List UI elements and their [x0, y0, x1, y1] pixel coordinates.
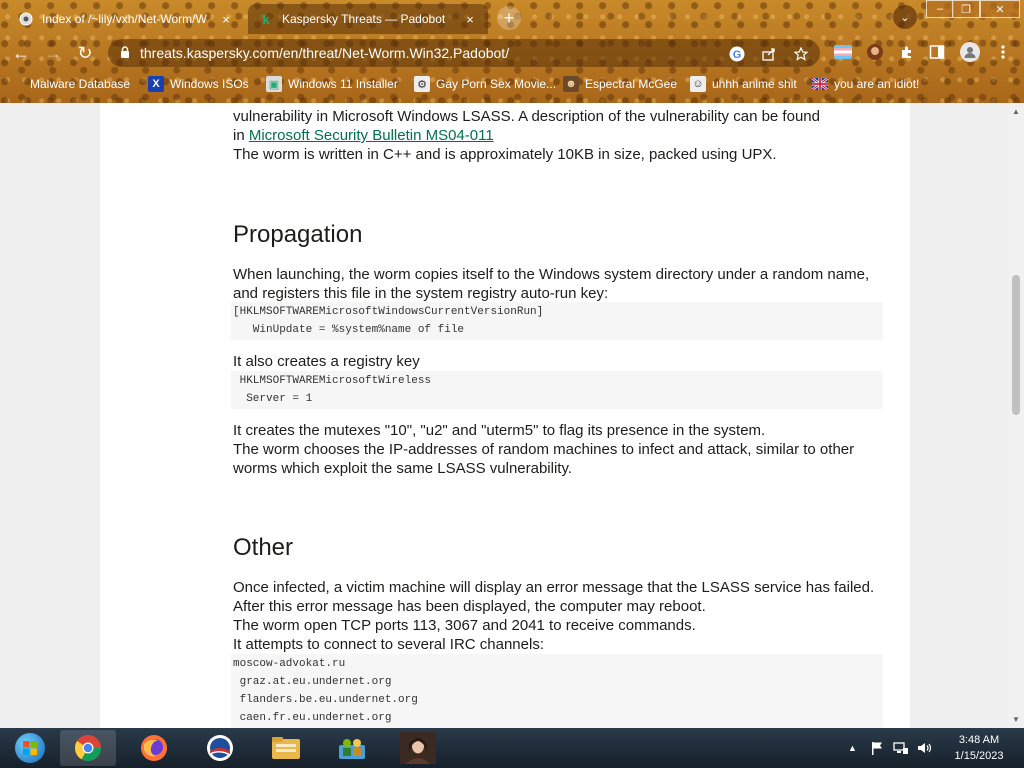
action-center-flag-icon[interactable]	[870, 728, 884, 768]
profile-avatar-icon[interactable]	[960, 42, 980, 62]
browser-chrome: Index of /~lily/vxh/Net-Worm/W × k Kaspe…	[0, 0, 1024, 103]
bookmarks-bar: Malware Database X Windows ISOs ▣ Window…	[0, 72, 1024, 96]
propagation-p3: It creates the mutexes "10", "u2" and "u…	[233, 422, 766, 439]
lock-icon	[14, 76, 24, 92]
intro-in-text: in	[233, 127, 245, 144]
propagation-p4: The worm chooses the IP-addresses of ran…	[233, 441, 855, 477]
bookmark-you-are-an-idiot[interactable]: you are an idiot!	[812, 74, 919, 94]
x-icon: X	[148, 76, 164, 92]
volume-icon[interactable]	[917, 728, 933, 768]
side-panel-icon[interactable]	[928, 43, 946, 61]
forward-button[interactable]: →	[40, 40, 66, 66]
portrait-icon	[400, 732, 436, 764]
bookmark-label: Espectral McGee	[585, 77, 678, 91]
tab-title: Index of /~lily/vxh/Net-Worm/W	[42, 12, 207, 26]
explorer-folder-icon	[271, 733, 301, 763]
page-viewport: vulnerability in Microsoft Windows LSASS…	[0, 103, 1024, 728]
tab-strip: Index of /~lily/vxh/Net-Worm/W × k Kaspe…	[0, 0, 1024, 34]
character-icon: ☻	[563, 76, 579, 92]
start-orb-icon	[15, 733, 45, 763]
new-tab-button[interactable]: +	[497, 6, 521, 30]
flag-extension-icon[interactable]	[834, 43, 852, 61]
anime-icon: ☺	[690, 76, 706, 92]
taskbar-explorer[interactable]	[258, 730, 314, 766]
taskbar-portrait-app[interactable]	[390, 730, 446, 766]
scrollbar-thumb[interactable]	[1012, 275, 1020, 415]
url-text: threats.kaspersky.com/en/threat/Net-Worm…	[140, 45, 510, 61]
tab-title: Kaspersky Threats — Padobot	[282, 12, 446, 26]
back-button[interactable]: ←	[8, 40, 34, 66]
bookmark-site[interactable]: ⚙ Gay Porn Sex Movie...	[414, 74, 556, 94]
flag-icon	[812, 76, 828, 92]
taskbar-clock[interactable]: 3:48 AM 1/15/2023	[940, 732, 1018, 764]
kaspersky-k-icon: k	[262, 11, 270, 27]
firefox-icon	[139, 733, 169, 763]
clock-date: 1/15/2023	[954, 750, 1004, 762]
windows-taskbar: ▲ 3:48 AM 1/15/2023	[0, 728, 1024, 768]
taskbar-chrome[interactable]	[60, 730, 116, 766]
clock-time: 3:48 AM	[958, 734, 1000, 746]
chrome-icon	[73, 733, 103, 763]
site-icon: ⚙	[414, 76, 430, 92]
scroll-down-arrow-icon[interactable]: ▼	[1011, 714, 1021, 724]
tab-kaspersky[interactable]: k Kaspersky Threats — Padobot ×	[248, 4, 488, 34]
registry-wireless-code: HKLMSOFTWAREMicrosoftWireless Server = 1	[231, 371, 883, 409]
intro-size-text: The worm is written in C++ and is approx…	[233, 146, 777, 163]
start-button[interactable]	[2, 730, 58, 766]
extension-avatar-icon[interactable]	[866, 43, 884, 61]
share-icon[interactable]	[760, 45, 778, 63]
scroll-up-arrow-icon[interactable]: ▲	[1011, 106, 1021, 116]
ms04-011-link[interactable]: Microsoft Security Bulletin MS04-011	[249, 127, 494, 144]
installer-icon: ▣	[266, 76, 282, 92]
bookmark-anime[interactable]: ☺ uhhh anime shit	[690, 74, 797, 94]
propagation-p2: It also creates a registry key	[233, 353, 420, 370]
tray-show-hidden-icon[interactable]: ▲	[848, 728, 857, 768]
other-p1: Once infected, a victim machine will dis…	[233, 579, 875, 615]
article-card: vulnerability in Microsoft Windows LSASS…	[100, 103, 910, 728]
propagation-heading: Propagation	[233, 221, 363, 248]
propagation-p1: When launching, the worm copies itself t…	[233, 266, 870, 302]
intro-paragraph: vulnerability in Microsoft Windows LSASS…	[233, 107, 885, 164]
irc-channels-code: moscow-advokat.ru graz.at.eu.undernet.or…	[231, 654, 883, 728]
bookmark-malware-database[interactable]: Malware Database	[14, 74, 130, 94]
intro-partial-text: vulnerability in Microsoft Windows LSASS…	[233, 108, 820, 125]
bookmark-label: Malware Database	[30, 77, 131, 91]
taskbar-firefox[interactable]	[126, 730, 182, 766]
lock-icon[interactable]	[120, 45, 130, 61]
network-status-icon[interactable]	[893, 728, 909, 768]
network-people-icon	[337, 733, 367, 763]
reload-button[interactable]: ↻	[72, 40, 98, 66]
bookmark-label: uhhh anime shit	[712, 77, 797, 91]
tab-close-icon[interactable]: ×	[218, 11, 234, 27]
bookmark-espectral-mcgee[interactable]: ☻ Espectral McGee	[563, 74, 677, 94]
tab-index-of[interactable]: Index of /~lily/vxh/Net-Worm/W ×	[8, 4, 244, 34]
bookmark-label: you are an idiot!	[834, 77, 920, 91]
browser-toolbar: ← → ↻ threats.kaspersky.com/en/threat/Ne…	[0, 36, 1024, 70]
tab-search-button[interactable]: ⌄	[893, 5, 917, 29]
website-icon	[18, 11, 34, 27]
page-scrollbar[interactable]: ▲ ▼	[1008, 103, 1024, 728]
taskbar-obama-logo[interactable]	[192, 730, 248, 766]
bookmark-label: Gay Porn Sex Movie...	[436, 77, 557, 91]
maximize-button[interactable]: ❐	[952, 0, 980, 18]
bookmark-star-icon[interactable]	[792, 45, 810, 63]
google-icon[interactable]: G	[728, 45, 746, 63]
svg-text:G: G	[733, 49, 742, 61]
bookmark-windows-11-installer[interactable]: ▣ Windows 11 Installer	[266, 74, 398, 94]
minimize-button[interactable]: –	[926, 0, 954, 18]
extensions-puzzle-icon[interactable]	[898, 43, 916, 61]
address-bar[interactable]: threats.kaspersky.com/en/threat/Net-Worm…	[108, 39, 820, 67]
other-p3: It attempts to connect to several IRC ch…	[233, 636, 544, 653]
menu-kebab-icon[interactable]	[994, 43, 1012, 61]
bookmark-label: Windows 11 Installer	[288, 77, 398, 91]
taskbar-network[interactable]	[324, 730, 380, 766]
bookmark-label: Windows ISOs	[170, 77, 249, 91]
other-heading: Other	[233, 534, 294, 561]
registry-run-code: [HKLMSOFTWAREMicrosoftWindowsCurrentVers…	[231, 302, 883, 340]
bookmark-windows-isos[interactable]: X Windows ISOs	[148, 74, 249, 94]
tab-close-icon[interactable]: ×	[462, 11, 478, 27]
close-window-button[interactable]: ✕	[980, 0, 1020, 18]
obama-logo-icon	[205, 733, 235, 763]
other-p2: The worm open TCP ports 113, 3067 and 20…	[233, 617, 696, 634]
